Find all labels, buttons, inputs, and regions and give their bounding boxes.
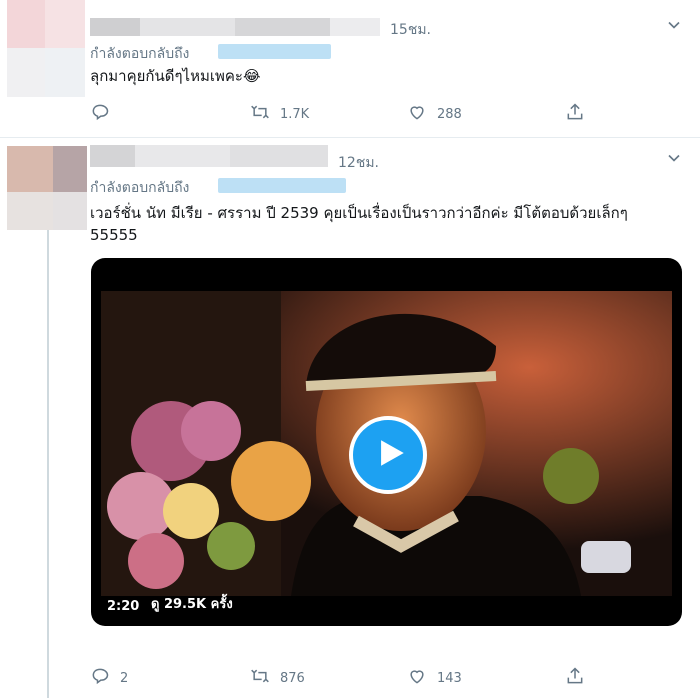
like-icon xyxy=(407,102,437,126)
view-count-label: ดู 29.5K ครั้ง xyxy=(151,597,233,612)
share-button[interactable] xyxy=(565,666,595,690)
view-count: ดู 29.5K ครั้ง xyxy=(151,593,233,614)
retweet-icon xyxy=(250,666,280,690)
timestamp[interactable]: 15ชม. xyxy=(390,19,431,41)
tweet-2[interactable]: 12ชม. กำลังตอบกลับถึง เวอร์ชั่น นัท มีเร… xyxy=(0,138,700,698)
like-button[interactable]: 288 xyxy=(407,102,462,126)
thread-line xyxy=(47,230,49,698)
chevron-down-icon[interactable] xyxy=(664,15,684,35)
retweet-button[interactable]: 876 xyxy=(250,666,305,690)
tweet-actions: 1.7K 288 xyxy=(90,102,590,126)
avatar[interactable] xyxy=(7,0,87,97)
like-count: 143 xyxy=(437,670,462,686)
like-icon xyxy=(407,666,437,690)
tweet-1[interactable]: 15ชม. กำลังตอบกลับถึง ลุกมาคุยกันดีๆไหมเ… xyxy=(0,0,700,138)
tweet-text: ลุกมาคุยกันดีๆไหมเพคะ😂 xyxy=(90,67,261,85)
replying-to-label: กำลังตอบกลับถึง xyxy=(90,46,190,62)
video-player[interactable]: 2:20 ดู 29.5K ครั้ง xyxy=(91,258,682,626)
like-button[interactable]: 143 xyxy=(407,666,462,690)
timestamp[interactable]: 12ชม. xyxy=(338,152,379,174)
reply-button[interactable] xyxy=(90,102,120,126)
avatar[interactable] xyxy=(7,146,87,230)
chevron-down-icon[interactable] xyxy=(664,148,684,168)
mention-link-redacted[interactable] xyxy=(218,178,346,193)
tweet-actions: 2 876 143 xyxy=(90,666,590,690)
reply-icon xyxy=(90,666,120,690)
tweet-text-line-2: 55555 xyxy=(90,226,138,244)
mention-link-redacted[interactable] xyxy=(218,44,331,59)
display-name-redacted[interactable] xyxy=(90,18,380,36)
retweet-icon xyxy=(250,102,280,126)
share-icon xyxy=(565,666,595,690)
retweet-button[interactable]: 1.7K xyxy=(250,102,309,126)
share-button[interactable] xyxy=(565,102,595,126)
like-count: 288 xyxy=(437,106,462,122)
video-duration: 2:20 xyxy=(107,599,140,614)
reply-button[interactable]: 2 xyxy=(90,666,128,690)
tweet-text: เวอร์ชั่น นัท มีเรีย - ศรราม ปี 2539 คุย… xyxy=(90,202,690,246)
play-button[interactable] xyxy=(349,416,427,494)
display-name-redacted[interactable] xyxy=(90,145,328,167)
replying-to-label: กำลังตอบกลับถึง xyxy=(90,180,190,196)
retweet-count: 1.7K xyxy=(280,106,310,122)
reply-count: 2 xyxy=(120,670,129,686)
retweet-count: 876 xyxy=(280,670,305,686)
share-icon xyxy=(565,102,595,126)
play-icon xyxy=(368,436,408,474)
reply-icon xyxy=(90,102,120,126)
tweet-text-line-1: เวอร์ชั่น นัท มีเรีย - ศรราม ปี 2539 คุย… xyxy=(90,204,628,222)
